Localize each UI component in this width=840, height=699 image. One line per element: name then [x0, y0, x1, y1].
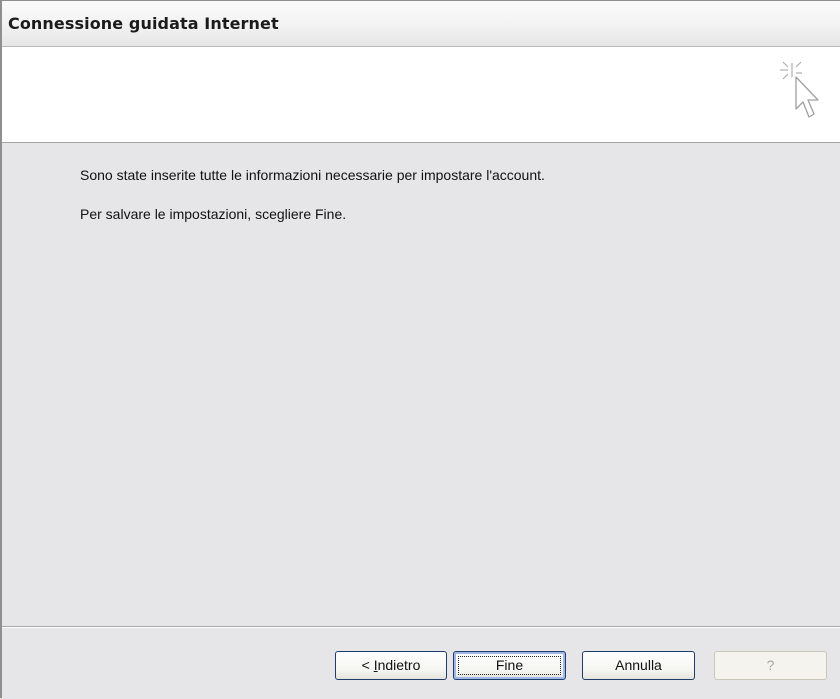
wizard-header [2, 47, 840, 143]
info-text: Sono state inserite tutte le informazion… [80, 167, 545, 183]
cancel-label: Annulla [615, 657, 662, 673]
title-bar[interactable]: Connessione guidata Internet [2, 1, 840, 47]
help-label: ? [766, 657, 775, 673]
back-prefix: < [361, 657, 374, 673]
wizard-footer: < Indietro Fine Annulla ? [2, 628, 840, 699]
window-title: Connessione guidata Internet [8, 14, 279, 33]
back-label: ndietro [377, 657, 421, 673]
wizard-cursor-icon [780, 61, 819, 118]
wizard-content: Sono state inserite tutte le informazion… [2, 143, 840, 626]
focus-rectangle [458, 656, 561, 675]
finish-button[interactable]: Fine [453, 651, 566, 680]
wizard-window: Connessione guidata Internet Sono state … [0, 0, 840, 699]
instruction-text: Per salvare le impostazioni, scegliere F… [80, 206, 347, 222]
help-button[interactable]: ? [714, 651, 827, 680]
back-button[interactable]: < Indietro [335, 651, 447, 680]
cancel-button[interactable]: Annulla [582, 651, 695, 680]
